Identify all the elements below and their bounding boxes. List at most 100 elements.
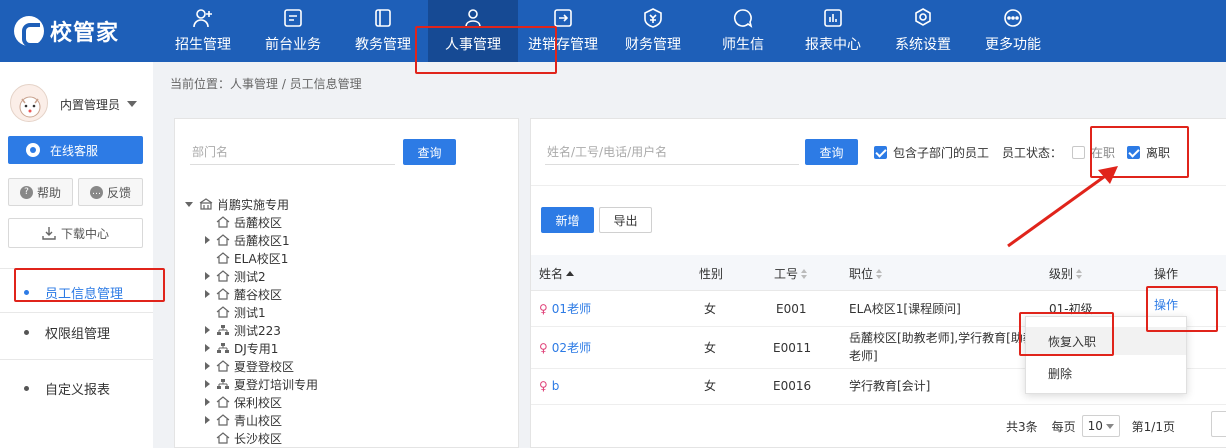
tree-node[interactable]: 青山校区	[205, 411, 282, 429]
employee-query-button[interactable]: 查询	[805, 139, 858, 165]
org-icon	[217, 343, 229, 353]
column-position[interactable]: 职位	[849, 265, 883, 282]
download-center-button[interactable]: 下载中心	[8, 218, 143, 248]
employee-search-input[interactable]	[545, 139, 799, 165]
tree-node-label: 麓谷校区	[234, 287, 283, 302]
female-icon: ♀	[539, 302, 548, 316]
column-id[interactable]: 工号	[774, 265, 808, 282]
prev-page-button[interactable]	[1211, 411, 1226, 437]
tree-node[interactable]: 岳麓校区1	[205, 231, 290, 249]
include-sub-dept-option[interactable]: 包含子部门的员工	[874, 144, 989, 161]
caret-right-icon[interactable]	[205, 326, 210, 334]
home-icon	[216, 396, 230, 408]
avatar[interactable]	[10, 84, 48, 122]
sort-icon	[876, 268, 883, 279]
tree-node[interactable]: 测试2	[205, 267, 266, 285]
tree-node[interactable]: 肖鹏实施专用	[185, 195, 289, 213]
employee-name-link[interactable]: ♀ b	[539, 377, 559, 395]
column-action: 操作	[1154, 267, 1179, 281]
home-icon	[216, 216, 230, 228]
tree-node[interactable]: 夏登登校区	[205, 357, 294, 375]
sidebar-item-staff-info[interactable]: 员工信息管理	[0, 272, 153, 312]
tree-node[interactable]: 夏登灯培训专用	[205, 375, 318, 393]
nav-item-hr[interactable]: 人事管理	[428, 0, 518, 62]
department-query-button[interactable]: 查询	[403, 139, 456, 165]
tree-node-label: ELA校区1	[234, 251, 289, 266]
tree-node-label: 青山校区	[234, 413, 283, 428]
sort-icon	[801, 268, 808, 279]
tree-node[interactable]: 麓谷校区	[205, 285, 282, 303]
tree-node-label: 岳麓校区	[234, 215, 283, 230]
logo-icon	[14, 16, 44, 47]
more-icon	[1004, 9, 1022, 27]
caret-right-icon[interactable]	[205, 416, 210, 424]
status-left-checkbox[interactable]	[1127, 146, 1140, 159]
department-search-input[interactable]	[190, 139, 395, 165]
row-action-link[interactable]: 操作	[1154, 296, 1178, 314]
caret-right-icon[interactable]	[205, 380, 210, 388]
column-level[interactable]: 级别	[1049, 265, 1083, 282]
caret-right-icon[interactable]	[205, 362, 210, 370]
caret-right-icon[interactable]	[205, 236, 210, 244]
employee-name-link[interactable]: ♀ 01老师	[539, 300, 591, 318]
nav-item-front-desk[interactable]: 前台业务	[248, 0, 338, 62]
nav-item-more[interactable]: 更多功能	[968, 0, 1058, 62]
status-left-option[interactable]: 离职	[1127, 144, 1170, 161]
caret-right-icon[interactable]	[205, 290, 210, 298]
caret-down-icon[interactable]	[185, 201, 193, 207]
tree-node-label: 长沙校区	[234, 431, 283, 446]
app-logo[interactable]: 校管家	[14, 14, 119, 48]
tree-node[interactable]: 测试223	[205, 321, 281, 339]
tree-node[interactable]: 测试1	[205, 303, 266, 321]
user-menu-caret-icon[interactable]	[127, 101, 137, 107]
nav-item-academic[interactable]: 教务管理	[338, 0, 428, 62]
restore-employment-menu-item[interactable]: 恢复入职	[1026, 327, 1186, 355]
left-sidebar: 内置管理员 在线客服 ? 帮助 … 反馈 下载中心 员工信息管理 权限组管理 自…	[0, 62, 153, 448]
nav-item-reports[interactable]: 报表中心	[788, 0, 878, 62]
caret-right-icon[interactable]	[205, 398, 210, 406]
home-icon	[216, 234, 230, 246]
feedback-button[interactable]: … 反馈	[78, 178, 143, 206]
caret-right-icon[interactable]	[205, 272, 210, 280]
sidebar-item-permission-groups[interactable]: 权限组管理	[0, 312, 153, 352]
column-name[interactable]: 姓名	[539, 265, 575, 282]
tree-node-label: 岳麓校区1	[234, 233, 290, 248]
status-active-checkbox[interactable]	[1072, 146, 1085, 159]
tree-node[interactable]: 保利校区	[205, 393, 282, 411]
sidebar-item-custom-reports[interactable]: 自定义报表	[0, 368, 153, 408]
help-button[interactable]: ? 帮助	[8, 178, 73, 206]
tree-node[interactable]: 岳麓校区	[205, 213, 282, 231]
monitor-icon	[284, 9, 302, 27]
tree-node[interactable]: DJ专用1	[205, 339, 278, 357]
tree-node-label: 肖鹏实施专用	[217, 197, 290, 212]
nav-item-messaging[interactable]: 师生信	[698, 0, 788, 62]
include-sub-dept-checkbox[interactable]	[874, 146, 887, 159]
add-employee-button[interactable]: 新增	[541, 207, 594, 233]
nav-item-inventory[interactable]: 进销存管理	[518, 0, 608, 62]
tree-node-label: 测试223	[234, 323, 281, 338]
employee-name-link[interactable]: ♀ 02老师	[539, 339, 591, 357]
online-service-button[interactable]: 在线客服	[8, 136, 143, 164]
tree-node[interactable]: ELA校区1	[205, 249, 288, 267]
book-icon	[375, 9, 391, 27]
delete-menu-item[interactable]: 删除	[1026, 359, 1186, 387]
chevron-down-icon	[1105, 423, 1114, 429]
nav-item-finance[interactable]: 财务管理	[608, 0, 698, 62]
nav-item-recruit[interactable]: 招生管理	[158, 0, 248, 62]
employee-id-cell: E0011	[773, 341, 812, 355]
breadcrumb: 当前位置：人事管理 / 员工信息管理	[170, 77, 362, 91]
export-button[interactable]: 导出	[599, 207, 652, 233]
feedback-icon: …	[89, 185, 103, 199]
bullet-icon	[24, 385, 29, 391]
page-size-select[interactable]: 10	[1081, 415, 1120, 437]
status-active-option[interactable]: 在职	[1072, 144, 1115, 161]
employee-id-cell: E001	[776, 302, 807, 316]
home-icon	[216, 360, 230, 372]
logo-text: 校管家	[50, 21, 120, 46]
caret-right-icon[interactable]	[205, 344, 210, 352]
gender-cell: 女	[704, 302, 717, 316]
home-icon	[216, 414, 230, 426]
sidebar-divider	[0, 268, 153, 269]
nav-item-settings[interactable]: 系统设置	[878, 0, 968, 62]
tree-node[interactable]: 长沙校区	[205, 429, 282, 447]
